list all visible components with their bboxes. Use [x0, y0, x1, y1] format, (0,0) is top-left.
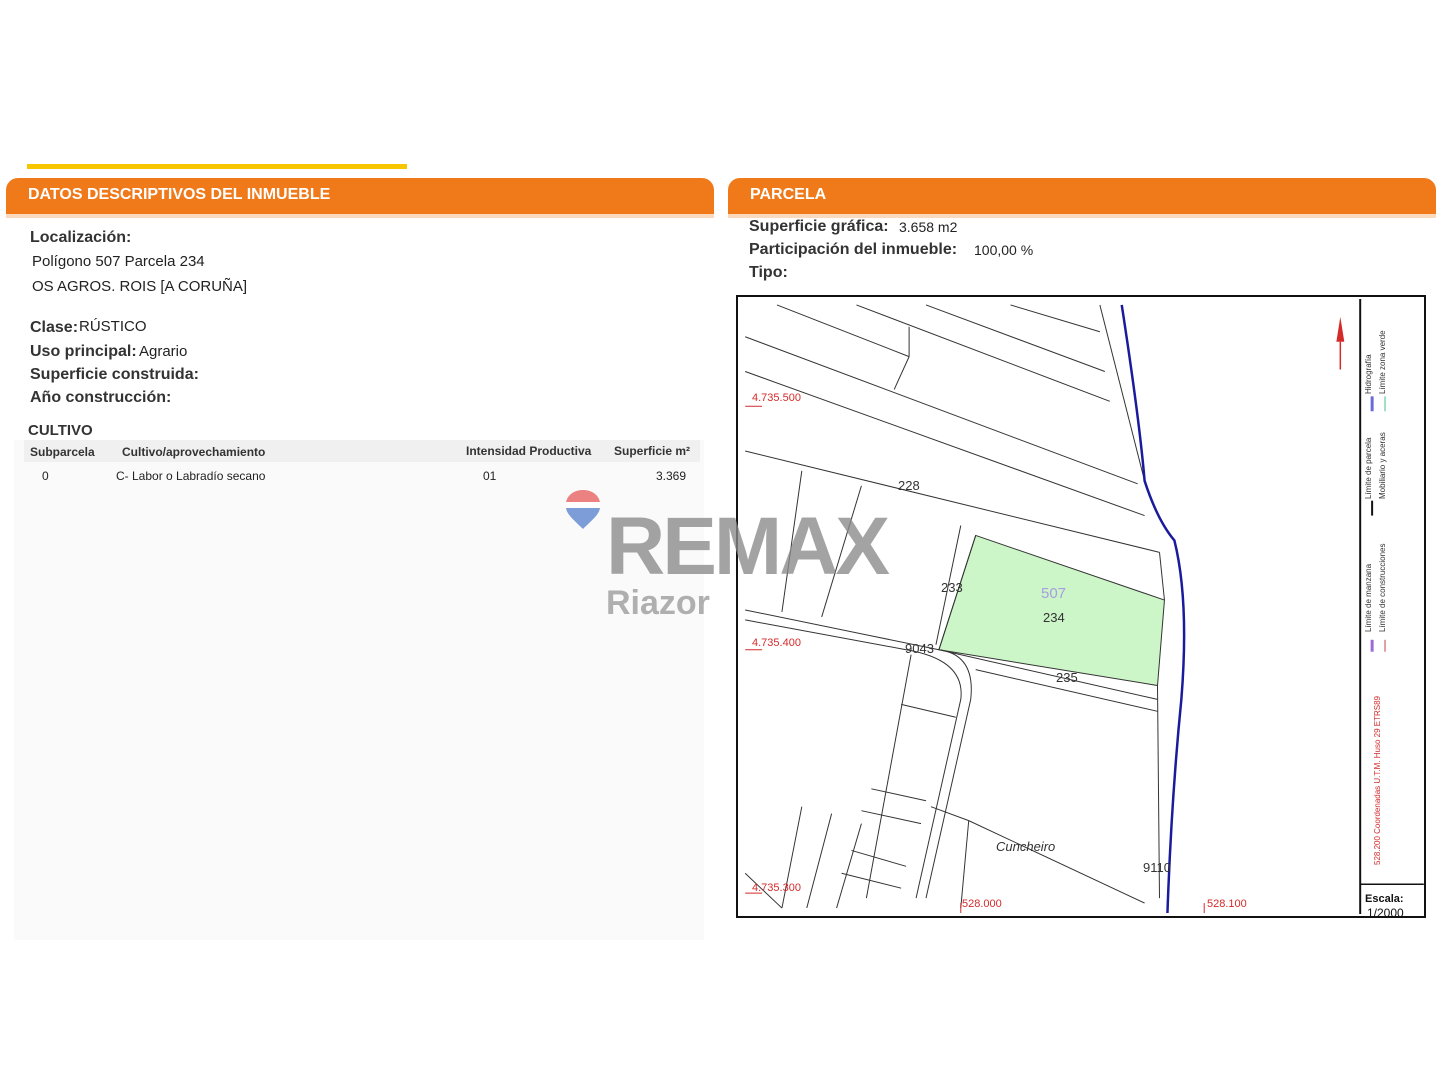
coords-note: 528.200 Coordenadas U.T.M. Huso 29 ETRS8…: [1373, 696, 1382, 865]
localizacion-line1: Polígono 507 Parcela 234: [32, 253, 205, 270]
parcel-label-233: 233: [941, 580, 963, 595]
scale-label: Escala:: [1365, 893, 1404, 905]
accent-bar: [27, 164, 407, 169]
localizacion-line2: OS AGROS. ROIS [A CORUÑA]: [32, 278, 248, 295]
superficie-construida-label: Superficie construida:: [30, 366, 199, 383]
y-label-500: 4.735.500: [752, 392, 801, 404]
col-cultivo: Cultivo/aprovechamiento: [122, 445, 266, 459]
cell-cultivo: C- Labor o Labradío secano: [116, 469, 266, 483]
superficie-grafica-value: 3.658 m2: [899, 219, 958, 235]
cell-subparcela: 0: [42, 469, 49, 483]
localizacion-label: Localización:: [30, 229, 132, 246]
legend-mobiliario: Mobiliario y aceras: [1378, 432, 1387, 499]
y-label-400: 4.735.400: [752, 637, 801, 649]
polygon-number: 507: [1041, 585, 1067, 602]
col-subparcela: Subparcela: [30, 445, 95, 459]
clase-value: RÚSTICO: [79, 318, 147, 335]
participacion-value: 100,00 %: [974, 242, 1034, 258]
legend-limite-manzana: Límite de manzana: [1364, 563, 1373, 632]
parcel-label-9110: 9110: [1143, 860, 1171, 875]
cell-intensidad: 01: [483, 469, 497, 483]
balloon-icon: [566, 490, 600, 530]
superficie-grafica-label: Superficie gráfica:: [749, 218, 889, 235]
legend-limite-construcciones: Límite de construcciones: [1378, 543, 1387, 633]
x-label-528100: 528.100: [1207, 898, 1247, 910]
parcel-label-235: 235: [1056, 670, 1078, 685]
tipo-label: Tipo:: [749, 264, 788, 281]
place-name: Cuncheiro: [996, 839, 1056, 854]
watermark-brand: REMAX: [606, 501, 890, 592]
parcel-label-9043: 9043: [905, 641, 934, 656]
y-label-300: 4.735.300: [752, 882, 801, 894]
anio-construccion-label: Año construcción:: [30, 389, 172, 406]
legend-hidrografia: Hidrografía: [1364, 354, 1373, 394]
remax-watermark: REMAX Riazor: [560, 484, 910, 634]
uso-principal-label: Uso principal:: [30, 343, 137, 360]
uso-principal-value: Agrario: [139, 343, 188, 360]
clase-label: Clase:: [30, 319, 79, 336]
x-label-528000: 528.000: [962, 898, 1002, 910]
watermark-office: Riazor: [606, 584, 710, 622]
parcela-header: PARCELA: [728, 178, 1436, 218]
legend-limite-parcela: Límite de parcela: [1364, 437, 1373, 499]
parcel-label-234: 234: [1043, 610, 1065, 625]
col-intensidad: Intensidad Productiva: [466, 444, 592, 458]
legend-zona-verde: Límite zona verde: [1378, 330, 1387, 394]
participacion-label: Participación del inmueble:: [749, 241, 958, 258]
descriptive-data-header: DATOS DESCRIPTIVOS DEL INMUEBLE: [6, 178, 714, 218]
cultivo-title: CULTIVO: [28, 422, 93, 439]
cell-superficie: 3.369: [656, 469, 687, 483]
scale-value: 1/2000: [1367, 906, 1404, 918]
col-superficie: Superficie m²: [614, 444, 691, 458]
